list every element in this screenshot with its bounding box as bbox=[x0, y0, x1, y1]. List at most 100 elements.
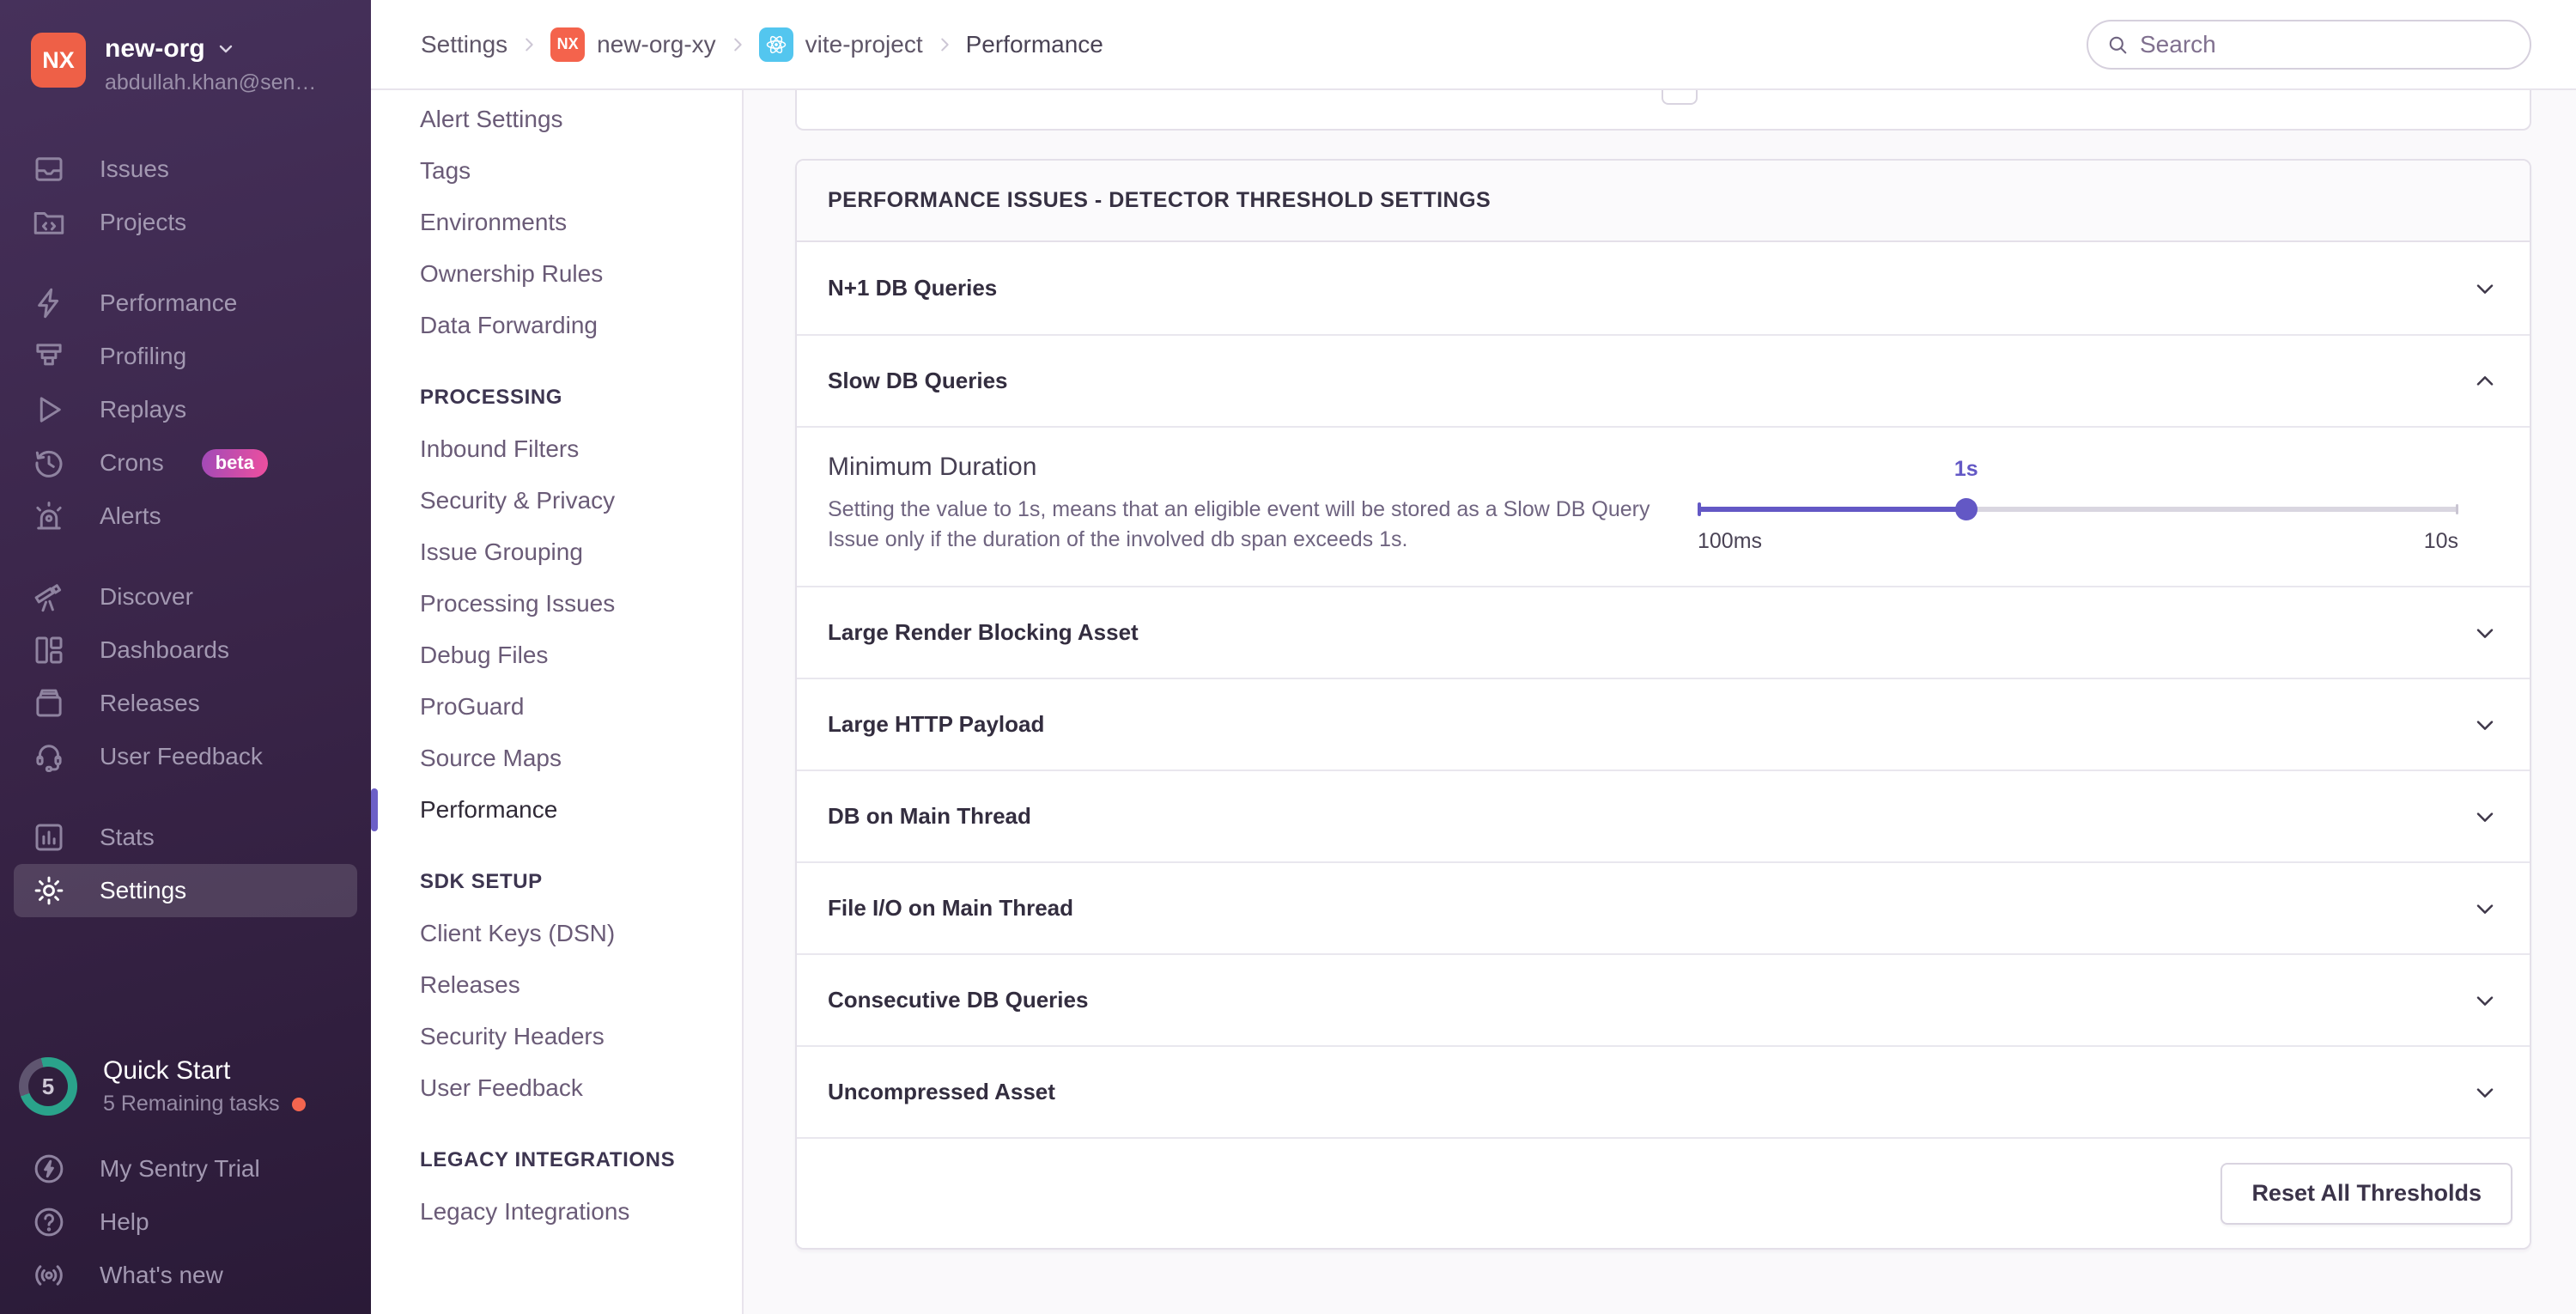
accordion-row-label: N+1 DB Queries bbox=[828, 275, 998, 301]
accordion-row-label: Consecutive DB Queries bbox=[828, 987, 1089, 1013]
settings-nav-debug-files[interactable]: Debug Files bbox=[371, 630, 742, 681]
chevron-right-icon bbox=[728, 35, 747, 54]
sidebar-item-releases[interactable]: Releases bbox=[0, 677, 371, 730]
search-box[interactable] bbox=[2087, 19, 2531, 70]
slider-thumb[interactable] bbox=[1954, 498, 1978, 520]
org-name: new-org bbox=[105, 34, 205, 63]
detector-threshold-panel: PERFORMANCE ISSUES - DETECTOR THRESHOLD … bbox=[795, 159, 2531, 1250]
profiling-icon bbox=[31, 338, 67, 374]
sidebar-item-issues[interactable]: Issues bbox=[0, 143, 371, 196]
accordion-row-label: File I/O on Main Thread bbox=[828, 895, 1074, 921]
sidebar-item-replays[interactable]: Replays bbox=[0, 383, 371, 436]
settings-nav-performance[interactable]: Performance bbox=[371, 784, 742, 836]
chevron-right-icon bbox=[935, 35, 954, 54]
sidebar-item-label: Projects bbox=[100, 209, 187, 235]
sidebar-item-label: My Sentry Trial bbox=[100, 1155, 260, 1182]
sidebar-item-label: Stats bbox=[100, 824, 155, 850]
bolt-circle-icon bbox=[31, 1151, 67, 1187]
slider-max-tick bbox=[2456, 504, 2458, 514]
search-input[interactable] bbox=[2140, 30, 2512, 58]
settings-nav-group: Alert Settings Tags Environments Ownersh… bbox=[371, 94, 742, 351]
org-avatar: NX bbox=[31, 33, 86, 88]
breadcrumb-page: Performance bbox=[965, 30, 1103, 58]
projects-icon bbox=[31, 204, 67, 240]
settings-nav-source-maps[interactable]: Source Maps bbox=[371, 733, 742, 784]
settings-nav-ownership-rules[interactable]: Ownership Rules bbox=[371, 248, 742, 300]
org-switcher[interactable]: NX new-org abdullah.khan@sen… bbox=[0, 26, 371, 127]
sidebar-item-label: Settings bbox=[100, 877, 187, 903]
sidebar-item-profiling[interactable]: Profiling bbox=[0, 330, 371, 383]
settings-nav-proguard[interactable]: ProGuard bbox=[371, 681, 742, 733]
sidebar-item-label: User Feedback bbox=[100, 743, 263, 770]
sidebar-item-user-feedback[interactable]: User Feedback bbox=[0, 730, 371, 783]
breadcrumb-org[interactable]: NX new-org-xy bbox=[550, 27, 716, 62]
setting-name: Minimum Duration bbox=[828, 453, 1037, 481]
accordion-row-large-render-blocking-asset[interactable]: Large Render Blocking Asset bbox=[797, 586, 2530, 678]
sidebar-item-alerts[interactable]: Alerts bbox=[0, 490, 371, 543]
progress-ring: 5 bbox=[19, 1057, 77, 1116]
settings-nav-environments[interactable]: Environments bbox=[371, 197, 742, 248]
panel-header: PERFORMANCE ISSUES - DETECTOR THRESHOLD … bbox=[797, 161, 2530, 242]
settings-nav-data-forwarding[interactable]: Data Forwarding bbox=[371, 300, 742, 351]
chevron-down-icon bbox=[2471, 987, 2499, 1014]
accordion-row-label: Uncompressed Asset bbox=[828, 1079, 1055, 1104]
reset-all-thresholds-button[interactable]: Reset All Thresholds bbox=[2221, 1162, 2512, 1225]
accordion-row-db-on-main-thread[interactable]: DB on Main Thread bbox=[797, 770, 2530, 861]
accordion-row-label: Large HTTP Payload bbox=[828, 711, 1045, 737]
sidebar-item-label: Performance bbox=[100, 289, 238, 316]
nav-gap bbox=[0, 783, 371, 811]
sidebar-item-stats[interactable]: Stats bbox=[0, 811, 371, 864]
settings-nav-security-privacy[interactable]: Security & Privacy bbox=[371, 475, 742, 526]
sidebar-item-my-sentry-trial[interactable]: My Sentry Trial bbox=[0, 1142, 371, 1195]
sidebar-item-whats-new[interactable]: What's new bbox=[0, 1249, 371, 1302]
settings-nav-tags[interactable]: Tags bbox=[371, 145, 742, 197]
accordion-row-label: Large Render Blocking Asset bbox=[828, 619, 1139, 645]
settings-nav-client-keys[interactable]: Client Keys (DSN) bbox=[371, 908, 742, 959]
panel-footer: Reset All Thresholds bbox=[797, 1137, 2530, 1248]
sidebar-item-label: Releases bbox=[100, 690, 200, 716]
accordion-row-large-http-payload[interactable]: Large HTTP Payload bbox=[797, 678, 2530, 770]
settings-sidebar: Alert Settings Tags Environments Ownersh… bbox=[371, 90, 744, 1314]
settings-nav-legacy-integrations[interactable]: Legacy Integrations bbox=[371, 1186, 742, 1238]
dashboard-grid-icon bbox=[31, 632, 67, 668]
sidebar-item-projects[interactable]: Projects bbox=[0, 196, 371, 249]
settings-nav-issue-grouping[interactable]: Issue Grouping bbox=[371, 526, 742, 578]
sidebar-item-performance[interactable]: Performance bbox=[0, 277, 371, 330]
breadcrumb: Settings NX new-org-xy vite-project Perf… bbox=[421, 27, 1103, 62]
minimum-duration-slider[interactable]: 1s 100ms 10s bbox=[1698, 453, 2458, 586]
accordion-row-slow-db-queries[interactable]: Slow DB Queries bbox=[797, 334, 2530, 426]
settings-nav-group: SDK SETUP Client Keys (DSN) Releases Sec… bbox=[371, 841, 742, 1114]
settings-nav-processing-issues[interactable]: Processing Issues bbox=[371, 578, 742, 630]
sidebar-item-label: What's new bbox=[100, 1262, 223, 1288]
sidebar-item-label: Crons bbox=[100, 449, 164, 476]
settings-nav-security-headers[interactable]: Security Headers bbox=[371, 1011, 742, 1062]
accordion-row-consecutive-db-queries[interactable]: Consecutive DB Queries bbox=[797, 953, 2530, 1045]
sidebar-item-crons[interactable]: Crons beta bbox=[0, 436, 371, 490]
settings-nav-user-feedback[interactable]: User Feedback bbox=[371, 1062, 742, 1114]
accordion-row-file-io-on-main-thread[interactable]: File I/O on Main Thread bbox=[797, 861, 2530, 953]
settings-nav-releases[interactable]: Releases bbox=[371, 959, 742, 1011]
sidebar-item-discover[interactable]: Discover bbox=[0, 570, 371, 624]
sidebar-item-help[interactable]: Help bbox=[0, 1195, 371, 1249]
quick-start-title: Quick Start bbox=[103, 1056, 231, 1085]
archive-box-icon bbox=[31, 685, 67, 721]
accordion-row-uncompressed-asset[interactable]: Uncompressed Asset bbox=[797, 1045, 2530, 1137]
react-project-icon bbox=[758, 27, 793, 62]
slider-value-label: 1s bbox=[1953, 457, 1978, 481]
chevron-down-icon bbox=[2471, 895, 2499, 922]
breadcrumb-project[interactable]: vite-project bbox=[758, 27, 923, 62]
quick-start-panel[interactable]: 5 Quick Start 5 Remaining tasks bbox=[0, 1049, 371, 1123]
issues-icon bbox=[31, 151, 67, 187]
sidebar-item-label: Discover bbox=[100, 583, 193, 610]
sidebar-item-settings[interactable]: Settings bbox=[14, 864, 357, 917]
nav-gap bbox=[0, 249, 371, 277]
settings-nav-inbound-filters[interactable]: Inbound Filters bbox=[371, 423, 742, 475]
accordion-row-label: DB on Main Thread bbox=[828, 803, 1031, 829]
sidebar-item-dashboards[interactable]: Dashboards bbox=[0, 624, 371, 677]
settings-nav-alert-settings[interactable]: Alert Settings bbox=[371, 94, 742, 145]
slider-min-tick bbox=[1698, 502, 1701, 516]
breadcrumb-settings[interactable]: Settings bbox=[421, 31, 507, 58]
setting-description: Setting the value to 1s, means that an e… bbox=[828, 497, 1650, 551]
accordion-row-n1-db-queries[interactable]: N+1 DB Queries bbox=[797, 242, 2530, 334]
cutoff-control-stub bbox=[1662, 90, 1698, 105]
